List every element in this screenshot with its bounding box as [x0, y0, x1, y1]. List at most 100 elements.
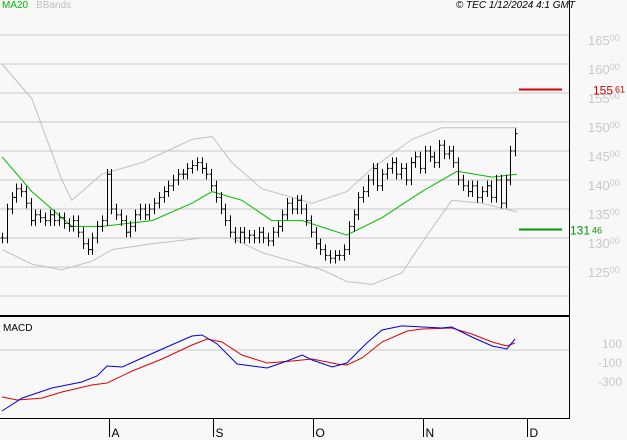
support-label-decimal: 46	[592, 226, 602, 236]
price-bar	[494, 174, 499, 203]
price-bar	[242, 226, 247, 244]
price-bar	[399, 163, 404, 180]
price-bar	[114, 203, 119, 221]
macd-line	[1, 325, 516, 412]
price-bar	[176, 168, 181, 186]
price-bar	[166, 180, 171, 197]
price-bar	[0, 232, 5, 244]
y-tick-suffix: 00	[610, 62, 620, 72]
price-bar	[90, 232, 95, 255]
price-bar	[138, 203, 143, 221]
price-bar	[485, 180, 490, 197]
price-bar	[475, 180, 480, 203]
price-bar	[71, 215, 76, 232]
y-tick-suffix: 00	[610, 149, 620, 159]
price-bar	[195, 157, 200, 171]
price-bar	[86, 238, 91, 255]
price-bar	[295, 195, 300, 215]
price-bar	[133, 209, 138, 232]
price-bar	[352, 209, 357, 232]
price-bar	[466, 180, 471, 197]
price-bar	[105, 168, 110, 226]
price-bar	[29, 197, 34, 226]
price-bar	[223, 203, 228, 226]
price-bar	[152, 197, 157, 215]
price-bar	[109, 168, 114, 215]
price-bar	[5, 203, 10, 244]
price-bar	[461, 174, 466, 192]
price-bar	[342, 244, 347, 261]
macd-y-tick-label: -300	[598, 375, 622, 389]
price-bar	[257, 226, 262, 244]
price-bar	[38, 209, 43, 223]
price-bar	[361, 186, 366, 203]
stock-chart: 1250013000135001400014500150001550016000…	[0, 0, 625, 440]
price-bar	[14, 183, 19, 203]
y-tick-label: 14000	[588, 178, 620, 193]
price-bar	[228, 215, 233, 238]
macd-title: MACD	[3, 323, 32, 334]
price-bar	[276, 221, 281, 238]
price-bar	[333, 250, 338, 264]
price-bar	[447, 145, 452, 160]
price-bar	[247, 229, 252, 244]
price-bar	[162, 186, 167, 203]
y-tick-suffix: 00	[610, 236, 620, 246]
price-bar	[33, 209, 38, 226]
price-bar	[356, 192, 361, 221]
price-bar	[375, 163, 380, 192]
month-label: D	[530, 426, 539, 440]
price-bar	[124, 215, 129, 238]
price-bar	[299, 195, 304, 215]
price-bar	[309, 215, 314, 238]
y-tick-label: 16000	[588, 62, 620, 77]
y-tick-label: 14500	[588, 149, 620, 164]
y-tick-suffix: 00	[610, 265, 620, 275]
price-bar	[48, 209, 53, 226]
price-bar	[423, 145, 428, 174]
price-bar	[394, 157, 399, 180]
macd-y-tick-label: -100	[598, 356, 622, 370]
price-bar	[266, 232, 271, 247]
price-bar	[95, 221, 100, 244]
bollinger-upper-line	[1, 63, 517, 204]
month-label: S	[216, 426, 224, 440]
ma20-line	[1, 156, 517, 236]
price-bar	[366, 174, 371, 197]
price-bar	[442, 139, 447, 160]
price-bar	[271, 226, 276, 247]
price-bar	[385, 163, 390, 180]
y-tick-label: 16500	[588, 33, 620, 48]
price-bar	[24, 186, 29, 209]
price-bar	[119, 209, 124, 226]
y-tick-suffix: 00	[610, 33, 620, 43]
price-bar	[323, 244, 328, 261]
month-label: O	[316, 426, 325, 440]
price-bar	[252, 229, 257, 244]
price-bar	[19, 183, 24, 197]
price-bar	[100, 215, 105, 232]
price-bar	[185, 163, 190, 180]
price-bar	[404, 163, 409, 186]
macd-signal-line	[1, 327, 516, 401]
price-bar	[432, 151, 437, 168]
price-bar	[261, 226, 266, 244]
price-bar	[489, 180, 494, 203]
macd-y-tick-label: 100	[602, 337, 622, 351]
price-bar	[480, 186, 485, 203]
price-bar	[67, 218, 72, 232]
price-bar	[428, 145, 433, 163]
y-tick-label: 12500	[588, 265, 620, 280]
price-bar	[204, 163, 209, 180]
price-bar	[171, 174, 176, 192]
y-tick-suffix: 00	[610, 207, 620, 217]
price-bar	[290, 197, 295, 215]
price-bar	[337, 250, 342, 261]
price-bar	[147, 203, 152, 221]
price-bar	[513, 128, 518, 157]
price-bar	[214, 180, 219, 203]
price-bar	[10, 192, 15, 215]
price-bar	[413, 151, 418, 168]
support-label: 131 46	[570, 224, 602, 238]
price-bar	[328, 250, 333, 264]
